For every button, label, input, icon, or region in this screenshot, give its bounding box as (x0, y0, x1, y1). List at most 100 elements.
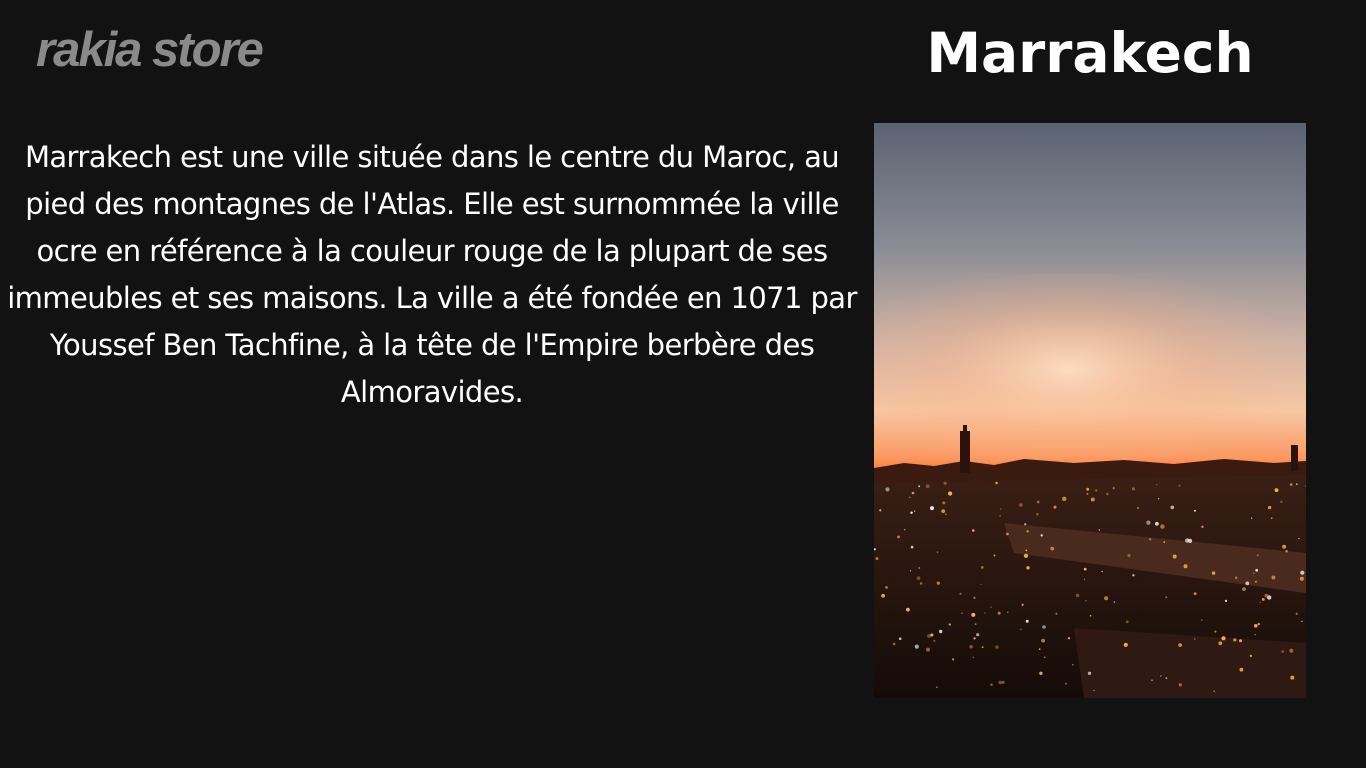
market-light (973, 637, 976, 640)
market-light (1075, 593, 1080, 598)
market-light (885, 586, 888, 589)
market-light (1083, 578, 1086, 580)
market-light (914, 510, 916, 512)
market-light (1155, 521, 1159, 526)
market-light (1160, 675, 1162, 677)
market-light (1019, 503, 1023, 507)
market-light (1040, 534, 1043, 537)
market-light (1213, 690, 1215, 692)
market-light (999, 508, 1002, 510)
market-light (1234, 576, 1238, 579)
market-light (1020, 628, 1022, 630)
market-light (1257, 622, 1260, 626)
market-light (1101, 570, 1103, 573)
market-light (892, 642, 896, 646)
market-light (999, 515, 1001, 517)
market-light (919, 582, 923, 585)
market-light (1025, 549, 1028, 552)
market-light (1304, 485, 1306, 487)
market-light (944, 513, 947, 516)
market-light (1165, 677, 1168, 680)
market-light (1224, 599, 1228, 602)
market-light (1024, 523, 1027, 526)
market-light (910, 545, 914, 549)
market-light (1298, 537, 1300, 540)
market-light (1242, 587, 1246, 591)
market-light (1214, 630, 1217, 633)
market-light (1127, 553, 1131, 558)
market-light (885, 487, 890, 492)
market-light (914, 644, 919, 649)
market-light (971, 612, 976, 617)
market-light (1095, 489, 1098, 492)
market-light (959, 592, 962, 595)
market-light (875, 557, 879, 561)
market-light (1296, 483, 1298, 485)
marrakech-photo (874, 123, 1306, 698)
market-light (1025, 619, 1029, 623)
market-light (952, 658, 955, 661)
market-light (1201, 525, 1204, 528)
market-light (942, 501, 946, 505)
market-light (974, 623, 977, 625)
market-light (918, 485, 920, 488)
market-light (1239, 667, 1244, 672)
market-light (1151, 679, 1153, 681)
market-light (1026, 530, 1029, 533)
market-light (1280, 500, 1283, 503)
market-light (1085, 600, 1087, 602)
market-light (1285, 549, 1288, 553)
market-light (972, 529, 975, 532)
market-light (903, 528, 906, 531)
market-light (1178, 683, 1182, 687)
market-light (990, 683, 993, 686)
market-light (926, 647, 930, 652)
market-light (1178, 484, 1181, 487)
market-light (1193, 592, 1197, 596)
market-light (1254, 580, 1257, 583)
market-light (1041, 638, 1045, 643)
market-light (1043, 656, 1046, 659)
market-light (936, 686, 938, 688)
market-light (1251, 517, 1253, 519)
market-light (1165, 596, 1168, 599)
market-light (1254, 633, 1256, 636)
market-light (995, 481, 998, 485)
market-light (1146, 520, 1151, 525)
market-light (1270, 517, 1273, 520)
market-light (998, 680, 1002, 685)
market-light (1274, 488, 1279, 492)
market-light (941, 509, 946, 513)
market-light (911, 491, 915, 495)
brand-logo: rakia store (36, 23, 264, 77)
market-light (1239, 639, 1242, 643)
market-light (969, 645, 973, 649)
market-light (1089, 615, 1092, 617)
market-light (1170, 505, 1175, 510)
market-light (1289, 483, 1293, 486)
market-light (1131, 487, 1136, 491)
market-light (925, 484, 930, 489)
market-light (1261, 598, 1265, 601)
market-light (897, 535, 900, 539)
market-light (1086, 487, 1090, 491)
market-light (1137, 507, 1139, 509)
market-light (973, 596, 976, 599)
market-light (881, 593, 885, 598)
market-light (1021, 603, 1024, 606)
market-light (1259, 601, 1261, 604)
market-light (930, 633, 934, 637)
market-light (1006, 532, 1009, 536)
market-light (1172, 554, 1177, 559)
market-light (1256, 554, 1259, 557)
market-light (980, 583, 982, 586)
market-light (916, 576, 921, 580)
market-light (993, 554, 996, 557)
market-light (1201, 619, 1203, 621)
market-light (908, 496, 911, 499)
market-light (995, 645, 999, 649)
market-light (976, 633, 980, 637)
market-light (1160, 524, 1165, 529)
market-light (879, 509, 882, 512)
market-light (1245, 581, 1250, 586)
